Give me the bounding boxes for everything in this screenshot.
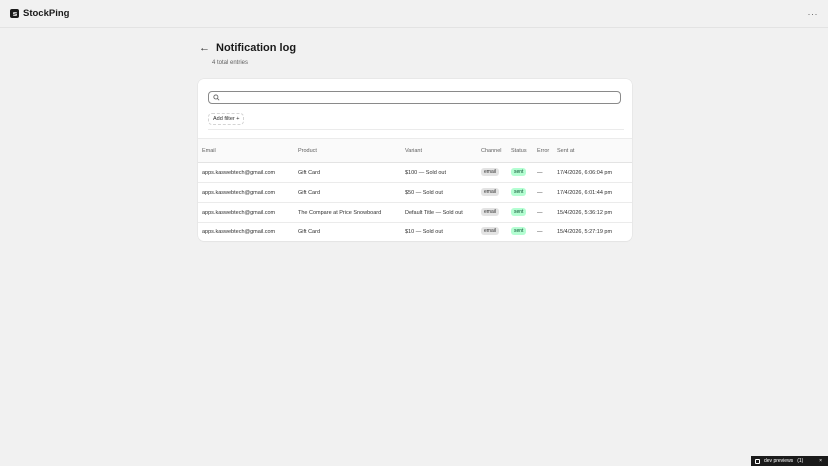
add-filter-button[interactable]: Add filter + [208, 113, 245, 125]
channel-badge: email [481, 168, 499, 176]
table-row[interactable]: apps.kaswebtech@gmail.com Gift Card $10 … [198, 222, 632, 242]
entry-count: 4 total entries [212, 60, 249, 66]
column-header-channel[interactable]: Channel [481, 148, 502, 154]
table-row[interactable]: apps.kaswebtech@gmail.com Gift Card $100… [198, 163, 632, 183]
app-name: StockPing [23, 8, 70, 19]
channel-badge: email [481, 188, 499, 196]
page-title: Notification log [216, 42, 297, 54]
table-row[interactable]: apps.kaswebtech@gmail.com The Compare at… [198, 203, 632, 223]
cell-error: — [537, 190, 543, 196]
status-badge: sent [511, 208, 527, 216]
cell-variant: Default Title — Sold out [405, 210, 463, 216]
cell-variant: $10 — Sold out [405, 229, 443, 235]
cell-error: — [537, 229, 543, 235]
cell-sent-at: 15/4/2026, 5:36:12 pm [557, 210, 613, 216]
top-bar: StockPing ··· [0, 0, 828, 28]
log-card: Add filter + Email Product Variant Chann… [198, 79, 632, 241]
dev-preview-bar[interactable]: dev previews (1) × [751, 456, 828, 466]
dev-preview-count: (1) [797, 458, 804, 464]
cell-product: The Compare at Price Snowboard [298, 210, 382, 216]
channel-badge: email [481, 227, 499, 235]
cell-variant: $50 — Sold out [405, 190, 443, 196]
cell-error: — [537, 170, 543, 176]
table-header: Email Product Variant Channel Status Err… [198, 139, 632, 163]
search-icon [213, 94, 220, 101]
column-header-variant[interactable]: Variant [405, 148, 422, 154]
cell-product: Gift Card [298, 170, 321, 176]
page-header: ← Notification log 4 total entries [199, 42, 296, 66]
status-badge: sent [511, 188, 527, 196]
column-header-error[interactable]: Error [537, 148, 549, 154]
status-badge: sent [511, 168, 527, 176]
column-header-status[interactable]: Status [511, 148, 527, 154]
app-logo-icon [10, 9, 19, 18]
channel-badge: email [481, 208, 499, 216]
table-row[interactable]: apps.kaswebtech@gmail.com Gift Card $50 … [198, 183, 632, 203]
close-icon[interactable]: × [819, 458, 822, 464]
back-arrow-icon[interactable]: ← [199, 42, 210, 54]
cell-email: apps.kaswebtech@gmail.com [202, 170, 276, 176]
cell-variant: $100 — Sold out [405, 170, 446, 176]
more-options-icon[interactable]: ··· [808, 9, 819, 19]
cell-email: apps.kaswebtech@gmail.com [202, 210, 276, 216]
cell-product: Gift Card [298, 190, 321, 196]
search-field[interactable] [208, 91, 621, 104]
cell-sent-at: 15/4/2026, 5:27:19 pm [557, 229, 613, 235]
column-header-product[interactable]: Product [298, 148, 317, 154]
status-badge: sent [511, 227, 527, 235]
column-header-email[interactable]: Email [202, 148, 216, 154]
cell-email: apps.kaswebtech@gmail.com [202, 229, 276, 235]
cell-error: — [537, 210, 543, 216]
cell-product: Gift Card [298, 229, 321, 235]
column-header-sent-at[interactable]: Sent at [557, 148, 574, 154]
cell-sent-at: 17/4/2026, 6:06:04 pm [557, 170, 613, 176]
divider [208, 129, 624, 130]
dev-preview-label: dev previews [764, 458, 794, 464]
window-icon [755, 458, 760, 464]
cell-email: apps.kaswebtech@gmail.com [202, 190, 276, 196]
cell-sent-at: 17/4/2026, 6:01:44 pm [557, 190, 613, 196]
search-input[interactable] [222, 94, 620, 101]
brand[interactable]: StockPing [10, 8, 69, 19]
